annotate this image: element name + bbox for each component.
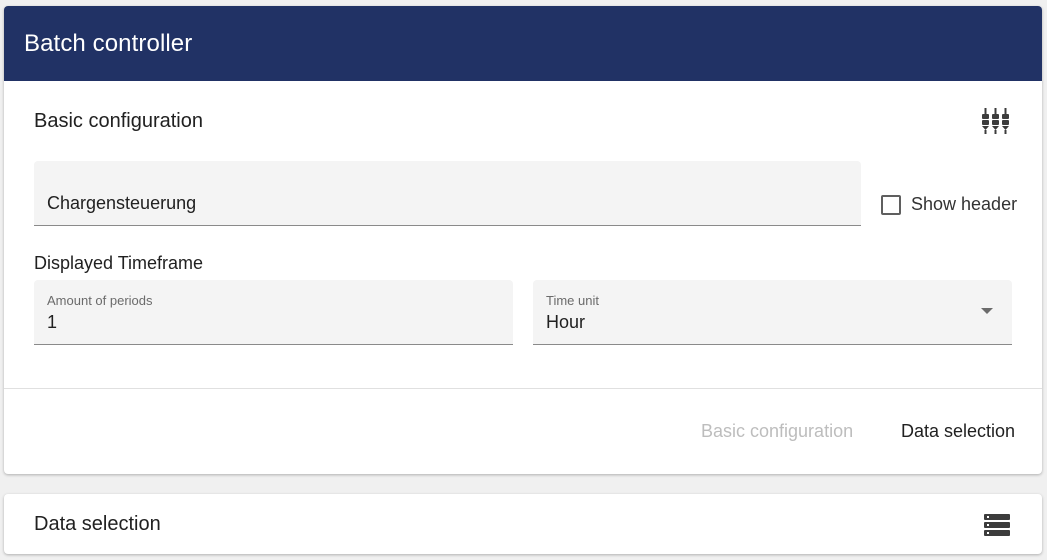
- tune-icon[interactable]: [981, 107, 1011, 135]
- basic-configuration-step-button[interactable]: Basic configuration: [701, 421, 853, 442]
- page-title: Batch controller: [24, 30, 193, 57]
- time-unit-label: Time unit: [546, 293, 599, 308]
- amount-of-periods-field[interactable]: Amount of periods 1: [34, 280, 513, 345]
- data-selection-step-button[interactable]: Data selection: [901, 421, 1015, 442]
- data-selection-card[interactable]: Data selection: [4, 494, 1042, 554]
- basic-configuration-title: Basic configuration: [34, 110, 203, 132]
- widget-name-value: Chargensteuerung: [47, 193, 197, 213]
- app-header: Batch controller: [4, 6, 1042, 81]
- amount-of-periods-value: 1: [47, 312, 58, 332]
- amount-of-periods-label: Amount of periods: [47, 293, 153, 308]
- chevron-down-icon[interactable]: [981, 308, 993, 314]
- displayed-timeframe-label: Displayed Timeframe: [34, 253, 204, 273]
- show-header-label[interactable]: Show header: [911, 194, 1017, 215]
- data-selection-title: Data selection: [34, 513, 161, 535]
- batch-controller-card: Batch controller Basic configuration Cha…: [4, 6, 1042, 474]
- divider: [4, 388, 1042, 389]
- time-unit-select[interactable]: Time unit Hour: [533, 280, 1012, 345]
- list-icon[interactable]: [984, 514, 1010, 536]
- show-header-checkbox[interactable]: [881, 195, 901, 215]
- widget-name-field[interactable]: Chargensteuerung: [34, 161, 861, 226]
- time-unit-value: Hour: [546, 312, 586, 332]
